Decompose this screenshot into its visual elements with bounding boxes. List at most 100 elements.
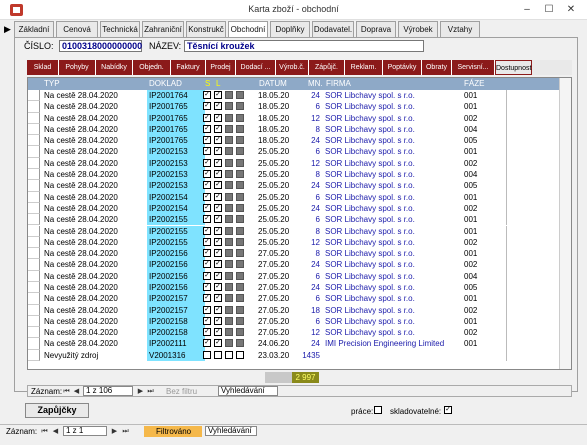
cell-doklad[interactable]: IP2002156 xyxy=(147,281,205,294)
flag-box[interactable] xyxy=(225,136,233,145)
flag-box[interactable] xyxy=(236,328,244,337)
table-row[interactable]: Na cestě 28.04.2020 IP2002153 ✓ ✓ 25.05.20 8 S… xyxy=(28,169,559,181)
subtab-0[interactable]: Sklad xyxy=(27,60,59,75)
l-checkbox[interactable]: ✓ xyxy=(214,237,222,246)
table-row[interactable]: Na cestě 28.04.2020 IP2002156 ✓ ✓ 27.05.20 24… xyxy=(28,281,559,294)
row-selector[interactable] xyxy=(28,135,40,147)
nazev-field[interactable]: Těsnící kroužek xyxy=(184,40,424,52)
subtab-8[interactable]: Zápůjč. xyxy=(309,60,345,75)
subtab-4[interactable]: Faktury xyxy=(171,60,206,75)
row-selector[interactable] xyxy=(28,304,40,316)
table-row[interactable]: Na cestě 28.04.2020 IP2002157 ✓ ✓ 27.05.20 18… xyxy=(28,304,559,316)
flag-box[interactable] xyxy=(236,203,244,212)
tab-0[interactable]: Základní xyxy=(14,21,54,38)
l-checkbox[interactable]: ✓ xyxy=(214,316,222,325)
l-checkbox[interactable]: ✓ xyxy=(214,147,222,156)
l-checkbox[interactable]: ✓ xyxy=(214,192,222,201)
skladovatelne-checkbox[interactable]: ✓ xyxy=(444,406,452,414)
row-selector[interactable] xyxy=(28,191,40,203)
table-row[interactable]: Na cestě 28.04.2020 IP2001764 ✓ ✓ 18.05.20 24… xyxy=(28,90,559,102)
tab-1[interactable]: Cenová xyxy=(56,21,98,38)
flag-box[interactable] xyxy=(236,181,244,190)
subtab-10[interactable]: Poptávky xyxy=(383,60,422,75)
flag-box[interactable] xyxy=(225,91,233,99)
table-row[interactable]: Na cestě 28.04.2020 IP2002153 ✓ ✓ 25.05.20 6 S… xyxy=(28,146,559,158)
s-checkbox[interactable]: ✓ xyxy=(203,91,211,99)
s-checkbox[interactable]: ✓ xyxy=(203,136,211,145)
l-checkbox[interactable]: ✓ xyxy=(214,305,222,314)
s-checkbox[interactable]: ✓ xyxy=(203,215,211,224)
l-checkbox[interactable]: ✓ xyxy=(214,203,222,212)
flag-box[interactable] xyxy=(236,136,244,145)
flag-box[interactable] xyxy=(236,215,244,224)
tab-9[interactable]: Výrobek xyxy=(398,21,438,38)
cell-doklad[interactable]: IP2002155 xyxy=(147,225,205,237)
flag-box[interactable] xyxy=(236,102,244,111)
cell-doklad[interactable]: IP2002157 xyxy=(147,304,205,316)
cell-doklad[interactable]: IP2002154 xyxy=(147,191,205,203)
cell-doklad[interactable]: IP2002153 xyxy=(147,157,205,170)
row-selector[interactable] xyxy=(28,270,40,282)
col-firma[interactable]: FIRMA xyxy=(326,79,351,88)
row-selector[interactable] xyxy=(28,157,40,170)
row-selector[interactable] xyxy=(28,281,40,294)
subtab-6[interactable]: Dodací ... xyxy=(236,60,276,75)
s-checkbox[interactable]: ✓ xyxy=(203,294,211,303)
flag-box[interactable] xyxy=(225,203,233,212)
row-selector[interactable] xyxy=(28,202,40,215)
row-selector[interactable] xyxy=(28,214,40,226)
cell-doklad[interactable]: IP2001765 xyxy=(147,101,205,113)
l-checkbox[interactable]: ✓ xyxy=(214,113,222,122)
subtab-7[interactable]: Výrob.č. xyxy=(276,60,309,75)
l-checkbox[interactable] xyxy=(214,350,222,359)
cislo-field[interactable]: 0100318000000000 xyxy=(59,40,142,52)
row-selector[interactable] xyxy=(28,225,40,237)
flag-box[interactable] xyxy=(236,192,244,201)
s-checkbox[interactable]: ✓ xyxy=(203,249,211,258)
flag-box[interactable] xyxy=(236,237,244,246)
flag-box[interactable] xyxy=(225,170,233,179)
s-checkbox[interactable]: ✓ xyxy=(203,316,211,325)
flag-box[interactable] xyxy=(225,237,233,246)
cell-doklad[interactable]: IP2002154 xyxy=(147,202,205,215)
form-last-record-icon[interactable]: ⏭ xyxy=(121,427,130,437)
vertical-scrollbar[interactable] xyxy=(559,78,571,369)
flag-box[interactable] xyxy=(225,294,233,303)
flag-box[interactable] xyxy=(225,350,233,359)
s-checkbox[interactable]: ✓ xyxy=(203,305,211,314)
last-record-icon[interactable]: ⏭ xyxy=(146,387,155,397)
table-row[interactable]: Na cestě 28.04.2020 IP2001765 ✓ ✓ 18.05.20 12… xyxy=(28,112,559,124)
table-row[interactable]: Na cestě 28.04.2020 IP2002155 ✓ ✓ 25.05.20 8 S… xyxy=(28,225,559,237)
table-row[interactable]: Na cestě 28.04.2020 IP2002153 ✓ ✓ 25.05.20 12… xyxy=(28,157,559,170)
tab-4[interactable]: Konstrukč xyxy=(186,21,226,38)
flag-box[interactable] xyxy=(236,124,244,133)
filter-toggle-button[interactable]: Filtrováno xyxy=(144,426,202,437)
l-checkbox[interactable]: ✓ xyxy=(214,91,222,99)
col-typ[interactable]: TYP xyxy=(44,79,60,88)
table-row[interactable]: Na cestě 28.04.2020 IP2002158 ✓ ✓ 27.05.20 6 S… xyxy=(28,315,559,328)
l-checkbox[interactable]: ✓ xyxy=(214,282,222,291)
table-row[interactable]: Na cestě 28.04.2020 IP2002156 ✓ ✓ 27.05.20 6 S… xyxy=(28,270,559,282)
flag-box[interactable] xyxy=(225,305,233,314)
s-checkbox[interactable]: ✓ xyxy=(203,260,211,269)
maximize-button[interactable]: ☐ xyxy=(541,3,557,17)
s-checkbox[interactable]: ✓ xyxy=(203,192,211,201)
cell-doklad[interactable]: IP2001765 xyxy=(147,123,205,136)
close-button[interactable]: ✕ xyxy=(563,3,579,17)
table-row[interactable]: Na cestě 28.04.2020 IP2002155 ✓ ✓ 25.05.20 6 S… xyxy=(28,214,559,226)
col-s[interactable]: S xyxy=(205,79,210,88)
l-checkbox[interactable]: ✓ xyxy=(214,249,222,258)
l-checkbox[interactable]: ✓ xyxy=(214,124,222,133)
s-checkbox[interactable]: ✓ xyxy=(203,271,211,280)
flag-box[interactable] xyxy=(236,260,244,269)
l-checkbox[interactable]: ✓ xyxy=(214,271,222,280)
form-prev-record-icon[interactable]: ◀ xyxy=(51,427,60,437)
subtab-12[interactable]: Servisní... xyxy=(452,60,495,75)
form-next-record-icon[interactable]: ▶ xyxy=(110,427,119,437)
flag-box[interactable] xyxy=(225,158,233,167)
table-row[interactable]: Na cestě 28.04.2020 IP2002155 ✓ ✓ 25.05.20 12… xyxy=(28,236,559,249)
s-checkbox[interactable]: ✓ xyxy=(203,181,211,190)
tab-6[interactable]: Doplňky xyxy=(270,21,310,38)
s-checkbox[interactable]: ✓ xyxy=(203,170,211,179)
subtab-2[interactable]: Nabídky xyxy=(96,60,133,75)
